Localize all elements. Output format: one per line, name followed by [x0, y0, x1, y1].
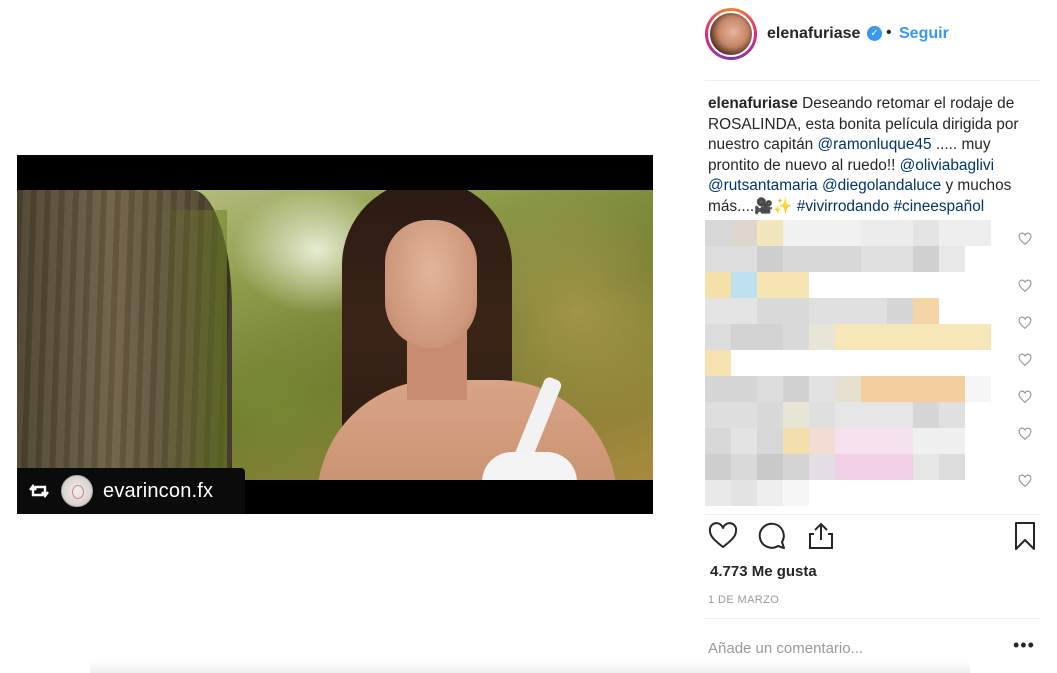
post-video[interactable]: evarincon.fx [17, 155, 653, 514]
actress-figure [297, 190, 617, 480]
story-ring[interactable] [705, 8, 757, 60]
mention-link[interactable]: @ramonluque45 [818, 136, 932, 153]
hashtag-link[interactable]: #cineespañol [893, 198, 984, 215]
post-caption: elenafuriase Deseando retomar el rodaje … [708, 95, 1019, 215]
divider [705, 80, 1040, 81]
comment-heart-icon[interactable] [1018, 390, 1032, 404]
hashtag-link[interactable]: #vivirrodando [797, 198, 889, 215]
header-separator: • [886, 24, 892, 41]
comment-input[interactable] [708, 636, 988, 660]
divider [705, 514, 1040, 515]
mention-link[interactable]: @rutsantamaria [708, 177, 818, 194]
mention-link[interactable]: @diegolandaluce [822, 177, 941, 194]
comment-heart-icon[interactable] [1018, 316, 1032, 330]
username-link[interactable]: elenafuriase [767, 25, 860, 43]
mention-link[interactable]: @oliviabaglivi [900, 157, 994, 174]
comment-heart-icon[interactable] [1018, 279, 1032, 293]
verified-badge-icon: ✓ [867, 26, 882, 41]
bookmark-icon[interactable] [1009, 520, 1041, 552]
caption-username[interactable]: elenafuriase [708, 95, 798, 112]
repost-watermark: evarincon.fx [17, 468, 245, 514]
likes-count[interactable]: 4.773 Me gusta [710, 563, 817, 580]
comment-heart-icon[interactable] [1018, 353, 1032, 367]
more-options-icon[interactable]: ••• [1013, 636, 1035, 658]
post-header: elenafuriase ✓ • Seguir [705, 8, 1040, 63]
repost-account-name: evarincon.fx [103, 480, 214, 502]
repost-avatar [61, 475, 93, 507]
comment-heart-icon[interactable] [1018, 474, 1032, 488]
comment-heart-icon[interactable] [1018, 232, 1032, 246]
heart-icon[interactable] [707, 520, 739, 552]
post-sidebar: elenafuriase ✓ • Seguir elenafuriase Des… [705, 0, 1040, 673]
post-actions [705, 520, 1040, 556]
comment-icon[interactable] [756, 520, 788, 552]
repost-icon [29, 484, 49, 498]
share-icon[interactable] [805, 520, 837, 552]
follow-button[interactable]: Seguir [899, 25, 949, 43]
comment-heart-icon[interactable] [1018, 427, 1032, 441]
post-date[interactable]: 1 DE MARZO [708, 594, 779, 606]
divider [705, 618, 1040, 619]
video-frame [17, 190, 653, 480]
avatar[interactable] [708, 11, 754, 57]
blurred-comments [705, 220, 1015, 512]
instagram-post-page: evarincon.fx elenafuriase ✓ • Seguir ele… [0, 0, 1057, 673]
